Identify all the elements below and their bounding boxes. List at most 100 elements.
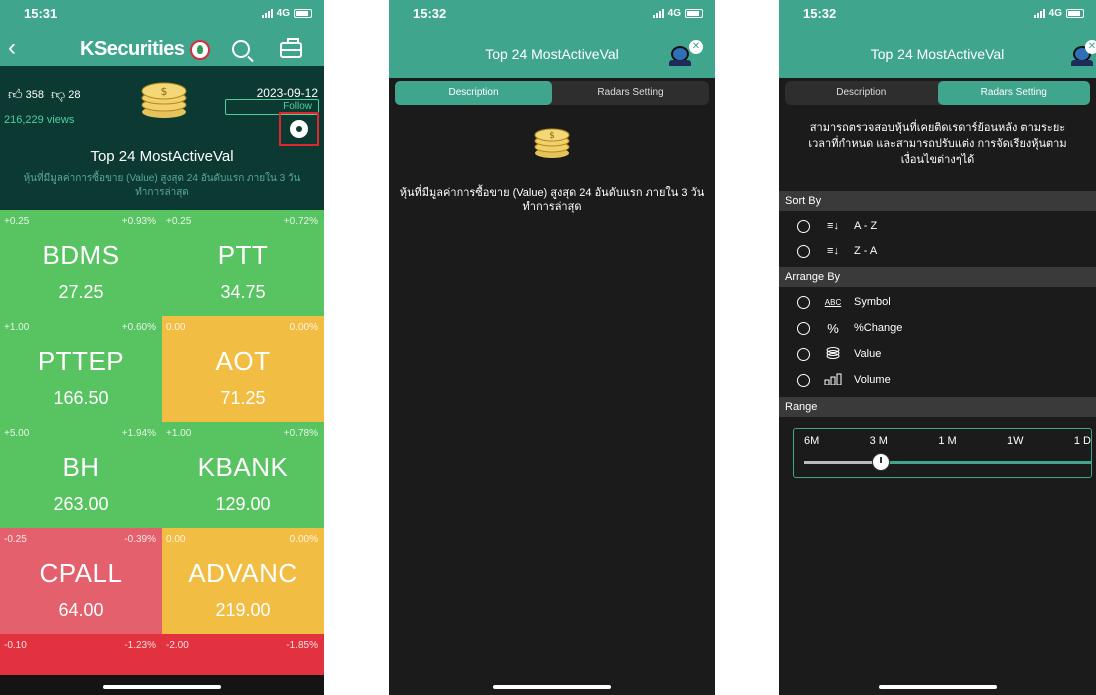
tile-percent: -1.23%: [124, 640, 156, 651]
home-indicator[interactable]: [878, 685, 997, 689]
stock-tile[interactable]: +1.00 +0.60% PTTEP 166.50: [0, 316, 162, 422]
radio-button[interactable]: [797, 219, 810, 233]
range-label-1w[interactable]: 1W: [1007, 435, 1024, 447]
radio-button[interactable]: [797, 321, 810, 335]
range-label-6m[interactable]: 6M: [804, 435, 819, 447]
status-time: 15:32: [803, 5, 837, 21]
arrange-option-value[interactable]: Value: [797, 345, 881, 363]
tile-change: +5.00: [4, 428, 30, 439]
gear-icon: [290, 120, 308, 138]
stock-tile[interactable]: 0.00 0.00% ADVANC 219.00: [162, 528, 324, 634]
battery-icon: [1066, 8, 1084, 18]
sort-option-a-z[interactable]: ≡↓ A - Z: [797, 217, 877, 235]
range-label-3m[interactable]: 3 M: [870, 435, 888, 447]
status-bar: 15:32 4G: [389, 0, 715, 26]
brand-logo-icon: [190, 40, 210, 60]
status-time: 15:31: [24, 5, 58, 21]
tile-change: +0.25: [4, 216, 30, 227]
tile-price: 219.00: [215, 600, 271, 620]
tab-switcher: Description Radars Setting: [395, 81, 709, 105]
stock-tile[interactable]: +5.00 +1.94% BH 263.00: [0, 422, 162, 528]
tile-price: 34.75: [220, 282, 266, 302]
tile-symbol: KBANK: [197, 452, 289, 482]
search-icon[interactable]: [232, 40, 250, 58]
option-label: Volume: [854, 374, 891, 386]
tile-percent: +0.93%: [121, 216, 156, 227]
battery-icon: [294, 8, 312, 18]
tile-price: 27.25: [58, 282, 104, 302]
stock-tile[interactable]: +0.25 +0.93% BDMS 27.25: [0, 210, 162, 316]
abc-icon: ABC: [824, 297, 842, 307]
tile-price: 263.00: [53, 494, 109, 514]
tile-change: +0.25: [166, 216, 192, 227]
range-header: Range: [779, 397, 1096, 417]
sort-option-z-a[interactable]: ≡↓ Z - A: [797, 242, 877, 260]
sort-ascending-icon: ≡↓: [827, 220, 839, 232]
coin-icon: [822, 346, 844, 363]
status-bar: 15:31 4G: [0, 0, 324, 26]
thumbs-up-icon[interactable]: 👍︎: [8, 86, 23, 103]
tab-switcher: Description Radars Setting: [785, 81, 1090, 105]
tab-radars-setting[interactable]: Radars Setting: [937, 81, 1090, 105]
tile-percent: +0.60%: [121, 322, 156, 333]
reactions: 👍︎ 358 👎︎ 28: [8, 86, 80, 103]
stock-tile[interactable]: -0.10 -1.23%: [0, 634, 162, 676]
back-icon[interactable]: ‹: [8, 36, 16, 60]
arrange-option-symbol[interactable]: ABC Symbol: [797, 293, 891, 311]
phone-screen-description: 15:32 4G Top 24 MostActiveVal ✕ Descript…: [389, 0, 715, 695]
avatar-icon: [669, 46, 691, 66]
tab-description[interactable]: Description: [395, 81, 552, 105]
option-label: A - Z: [854, 220, 878, 232]
radio-button[interactable]: [797, 295, 810, 309]
tile-symbol: PTTEP: [37, 346, 125, 376]
status-bar: 15:32 4G: [779, 0, 1096, 26]
arrange-option-volume[interactable]: Volume: [797, 371, 891, 389]
home-indicator[interactable]: [103, 685, 221, 689]
range-labels: 6M 3 M 1 M 1W 1 D: [804, 435, 1091, 447]
stock-tile[interactable]: -0.25 -0.39% CPALL 64.00: [0, 528, 162, 634]
tab-radars-setting[interactable]: Radars Setting: [552, 81, 709, 105]
battery-icon: [685, 8, 703, 18]
tile-change: -0.10: [4, 640, 27, 651]
sort-descending-icon: ≡↓: [827, 245, 839, 257]
signal-icon: [652, 8, 664, 18]
tile-percent: +1.94%: [121, 428, 156, 439]
arrange-by-header: Arrange By: [779, 267, 1096, 287]
bar-chart-icon: [822, 373, 844, 388]
range-label-1d[interactable]: 1 D: [1074, 435, 1091, 447]
radio-button[interactable]: [797, 347, 810, 361]
percent-icon: %: [827, 320, 839, 336]
tile-price: 64.00: [58, 600, 104, 620]
option-label: Z - A: [854, 245, 878, 257]
range-slider[interactable]: 6M 3 M 1 M 1W 1 D: [793, 428, 1092, 478]
thumbs-down-icon[interactable]: 👎︎: [51, 86, 65, 103]
stock-tile[interactable]: 0.00 0.00% AOT 71.25: [162, 316, 324, 422]
modal-header: 15:32 4G Top 24 MostActiveVal ✕: [389, 0, 715, 78]
radar-date: 2023-09-12: [256, 86, 318, 100]
radar-title: Top 24 MostActiveVal: [90, 148, 234, 165]
tile-price: 166.50: [53, 388, 109, 408]
stock-tile[interactable]: +1.00 +0.78% KBANK 129.00: [162, 422, 324, 528]
radio-button[interactable]: [797, 373, 810, 387]
radio-button[interactable]: [797, 244, 810, 258]
tab-description[interactable]: Description: [785, 81, 938, 105]
close-icon[interactable]: ✕: [689, 40, 703, 54]
close-icon[interactable]: ✕: [1085, 40, 1096, 54]
stock-tile[interactable]: -2.00 -1.85%: [162, 634, 324, 676]
settings-intro: สามารถตรวจสอบหุ้นที่เคยติดเรดาร์ย้อนหลัง…: [808, 122, 1067, 166]
option-label: Value: [854, 348, 882, 360]
home-indicator[interactable]: [493, 685, 611, 689]
tile-change: -2.00: [166, 640, 189, 651]
phone-screen-radars-setting: 15:32 4G Top 24 MostActiveVal ✕ Descript…: [779, 0, 1096, 695]
range-thumb-clock-icon[interactable]: [872, 453, 890, 471]
network-label: 4G: [667, 7, 681, 19]
arrange-option-change[interactable]: % %Change: [797, 319, 902, 337]
modal-header: 15:32 4G Top 24 MostActiveVal ✕: [779, 0, 1096, 78]
radar-settings-button[interactable]: [279, 112, 319, 146]
briefcase-icon[interactable]: [280, 38, 302, 58]
view-count: 216,229 views: [4, 114, 75, 126]
tile-symbol: BDMS: [42, 240, 120, 270]
range-label-1m[interactable]: 1 M: [938, 435, 956, 447]
radar-description: หุ้นที่มีมูลค่าการซื้อขาย (Value) สูงสุด…: [399, 187, 705, 213]
stock-tile[interactable]: +0.25 +0.72% PTT 34.75: [162, 210, 324, 316]
